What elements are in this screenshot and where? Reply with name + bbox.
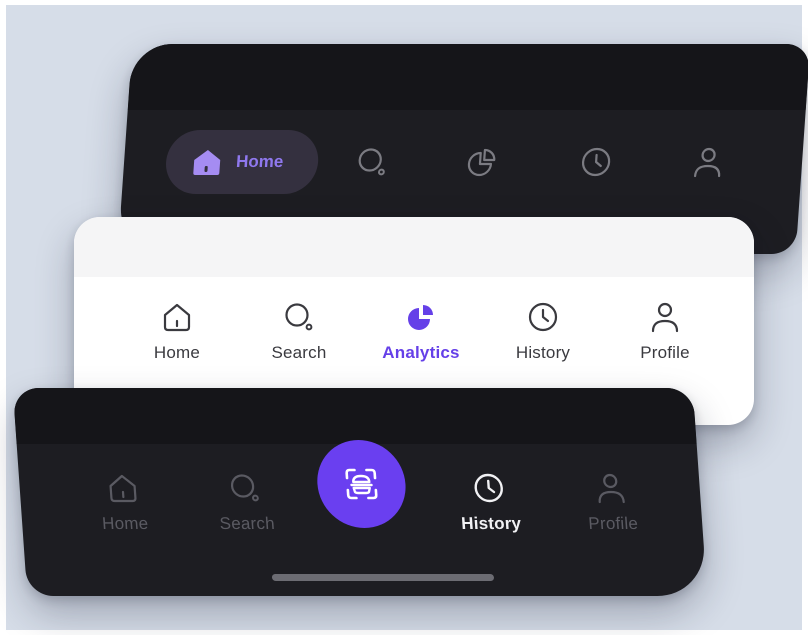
home-indicator [271, 574, 495, 581]
home-icon [163, 303, 191, 332]
nav-item-search[interactable]: Search [254, 301, 344, 363]
nav-item-history[interactable]: History [498, 301, 588, 363]
search-icon [285, 303, 313, 331]
nav-item-profile-label: Profile [587, 514, 639, 533]
profile-icon [598, 473, 625, 504]
scan-icon [345, 468, 378, 500]
history-icon [474, 473, 503, 503]
nav-item-profile[interactable]: Profile [565, 472, 659, 534]
bottom-navigation-bar: Home Search History Profile [12, 388, 708, 596]
history-icon [528, 302, 558, 332]
history-icon[interactable] [579, 146, 613, 178]
profile-icon[interactable] [691, 146, 725, 178]
nav-item-history-label: History [515, 343, 571, 362]
home-icon [193, 150, 221, 175]
bottom-bar-header-band [12, 388, 697, 444]
showcase-stage: Home Home Search Analytics History Profi… [0, 0, 808, 635]
profile-icon [651, 302, 679, 333]
nav-item-home[interactable]: Home [77, 472, 171, 534]
nav-item-home[interactable]: Home [132, 301, 222, 363]
top-bar-header-band [127, 44, 808, 110]
nav-item-profile-label: Profile [640, 343, 690, 362]
nav-item-history-label: History [460, 514, 522, 533]
nav-item-search-label: Search [271, 343, 327, 362]
analytics-icon[interactable] [465, 146, 499, 178]
search-icon [230, 474, 259, 502]
nav-item-search-label: Search [218, 514, 276, 533]
nav-item-profile[interactable]: Profile [620, 301, 710, 363]
nav-item-analytics-label: Analytics [382, 343, 460, 362]
nav-item-search[interactable]: Search [199, 472, 293, 534]
nav-item-home-active[interactable]: Home [163, 130, 321, 194]
nav-item-home-label: Home [101, 514, 149, 533]
nav-item-home-label: Home [153, 343, 201, 362]
middle-bar-header-band [74, 217, 754, 277]
analytics-icon [408, 305, 433, 330]
nav-item-home-label: Home [235, 152, 285, 171]
search-icon[interactable] [355, 146, 389, 178]
nav-item-analytics[interactable]: Analytics [369, 301, 473, 363]
home-icon [109, 474, 137, 503]
nav-item-history[interactable]: History [443, 472, 537, 534]
scan-fab-button[interactable] [314, 440, 409, 528]
